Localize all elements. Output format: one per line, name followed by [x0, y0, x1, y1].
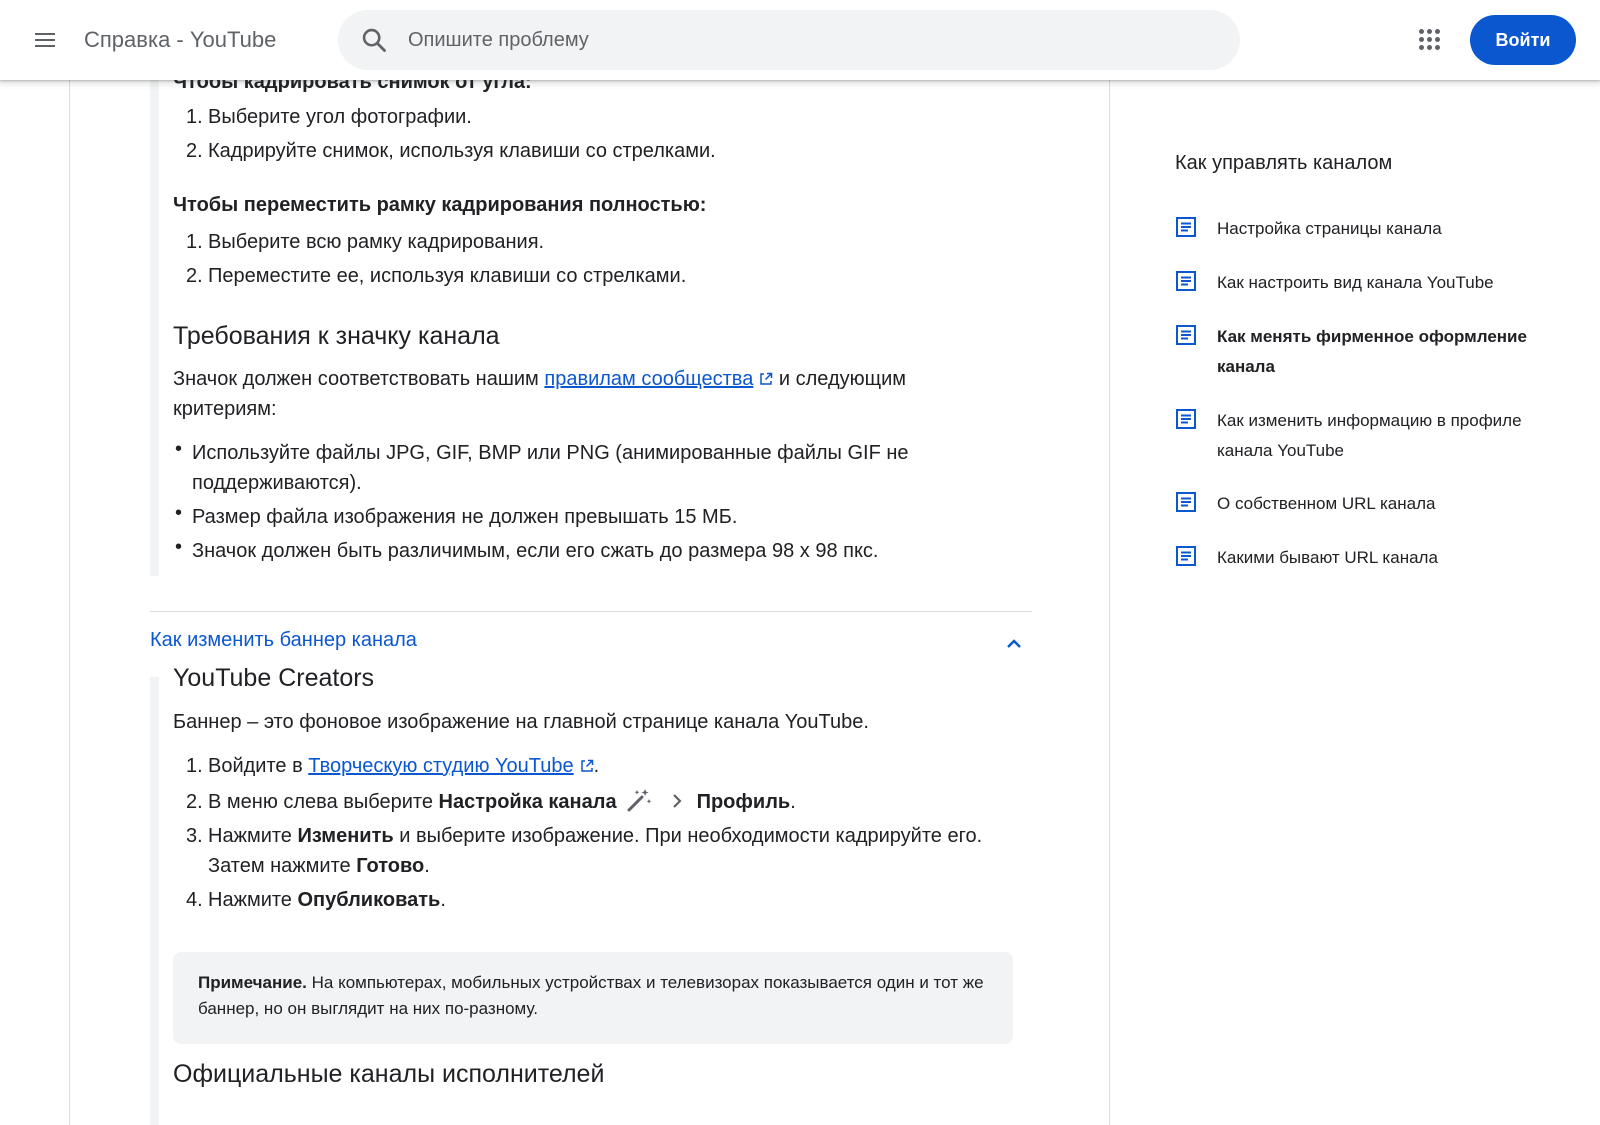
chevron-right-icon [672, 794, 682, 808]
search-input[interactable] [408, 10, 1208, 70]
article-icon [1176, 217, 1196, 237]
top-app-bar: Справка - YouTube Войти [0, 0, 1600, 80]
sidebar-item-label[interactable]: Настройка страницы канала [1217, 214, 1557, 244]
article-content: Чтобы кадрировать снимок от угла: 1. Выбе… [69, 80, 1110, 1125]
list-item: 2. Кадрируйте снимок, используя клавиши с… [186, 140, 716, 162]
icon-requirements-title: Требования к значку канала [173, 322, 500, 350]
divider [150, 611, 1032, 612]
icon-requirements-intro-cont: критериям: [173, 398, 277, 420]
magic-wand-icon [627, 789, 651, 812]
note-text: Примечание. На компьютерах, мобильных ус… [198, 973, 984, 1018]
section-indent-bar [150, 677, 159, 1125]
search-icon[interactable] [360, 26, 388, 54]
list-item: Используйте файлы JPG, GIF, BMP или PNG … [192, 442, 909, 464]
banner-accordion-title[interactable]: Как изменить баннер канала [150, 629, 417, 652]
article-icon [1176, 409, 1196, 429]
sidebar-title: Как управлять каналом [1175, 152, 1393, 174]
sidebar-item-label[interactable]: Как настроить вид канала YouTube [1217, 268, 1557, 298]
list-item-cont: Затем нажмите Готово. [208, 855, 430, 877]
search-box[interactable] [338, 10, 1240, 70]
list-item: 3. Нажмите Изменить и выберите изображени… [186, 825, 983, 847]
list-item: 2. Переместите ее, используя клавиши со с… [186, 265, 687, 287]
article-icon [1176, 492, 1196, 512]
list-item: 4. Нажмите Опубликовать. [186, 889, 446, 911]
list-item: 1. Выберите угол фотографии. [186, 106, 472, 128]
sidebar-item-label[interactable]: О собственном URL канала [1217, 489, 1557, 519]
list-item: 2. В меню слева выберите Настройка канала… [186, 786, 796, 817]
sidebar-item-label[interactable]: Какими бывают URL канала [1217, 543, 1557, 573]
corner-heading: Чтобы кадрировать снимок от угла: [173, 80, 532, 93]
app-title[interactable]: Справка - YouTube [84, 27, 276, 53]
sidebar-item-label[interactable]: Как изменить информацию в профиле канала… [1217, 406, 1557, 466]
article-icon [1176, 546, 1196, 566]
sidebar-item-label[interactable]: Как менять фирменное оформление канала [1217, 322, 1557, 382]
article-icon [1176, 325, 1196, 345]
icon-requirements-intro: Значок должен соответствовать нашим прав… [173, 368, 906, 390]
external-link-icon [760, 372, 773, 385]
community-guidelines-link[interactable]: правилам сообщества [544, 368, 753, 390]
signin-button[interactable]: Войти [1470, 15, 1576, 65]
youtube-studio-link[interactable]: Творческую студию YouTube [308, 755, 573, 777]
menu-icon[interactable] [32, 28, 56, 52]
section-indent-bar [150, 80, 159, 576]
apps-icon[interactable] [1418, 28, 1442, 52]
creators-title: YouTube Creators [173, 664, 375, 692]
banner-intro: Баннер – это фоновое изображение на глав… [173, 711, 869, 733]
list-item: Значок должен быть различимым, если его … [192, 540, 879, 562]
list-item: поддерживаются). [192, 472, 362, 494]
external-link-icon [580, 759, 593, 772]
note-box: Примечание. На компьютерах, мобильных ус… [173, 952, 1013, 1044]
article-icon [1176, 271, 1196, 291]
list-item: 1. Выберите всю рамку кадрирования. [186, 231, 545, 253]
artists-title: Официальные каналы исполнителей [173, 1060, 605, 1088]
chevron-up-icon[interactable] [1002, 632, 1026, 656]
move-heading: Чтобы переместить рамку кадрирования пол… [173, 194, 707, 216]
list-item: Размер файла изображения не должен превы… [192, 506, 738, 528]
list-item: 1. Войдите в Творческую студию YouTube. [186, 755, 600, 777]
